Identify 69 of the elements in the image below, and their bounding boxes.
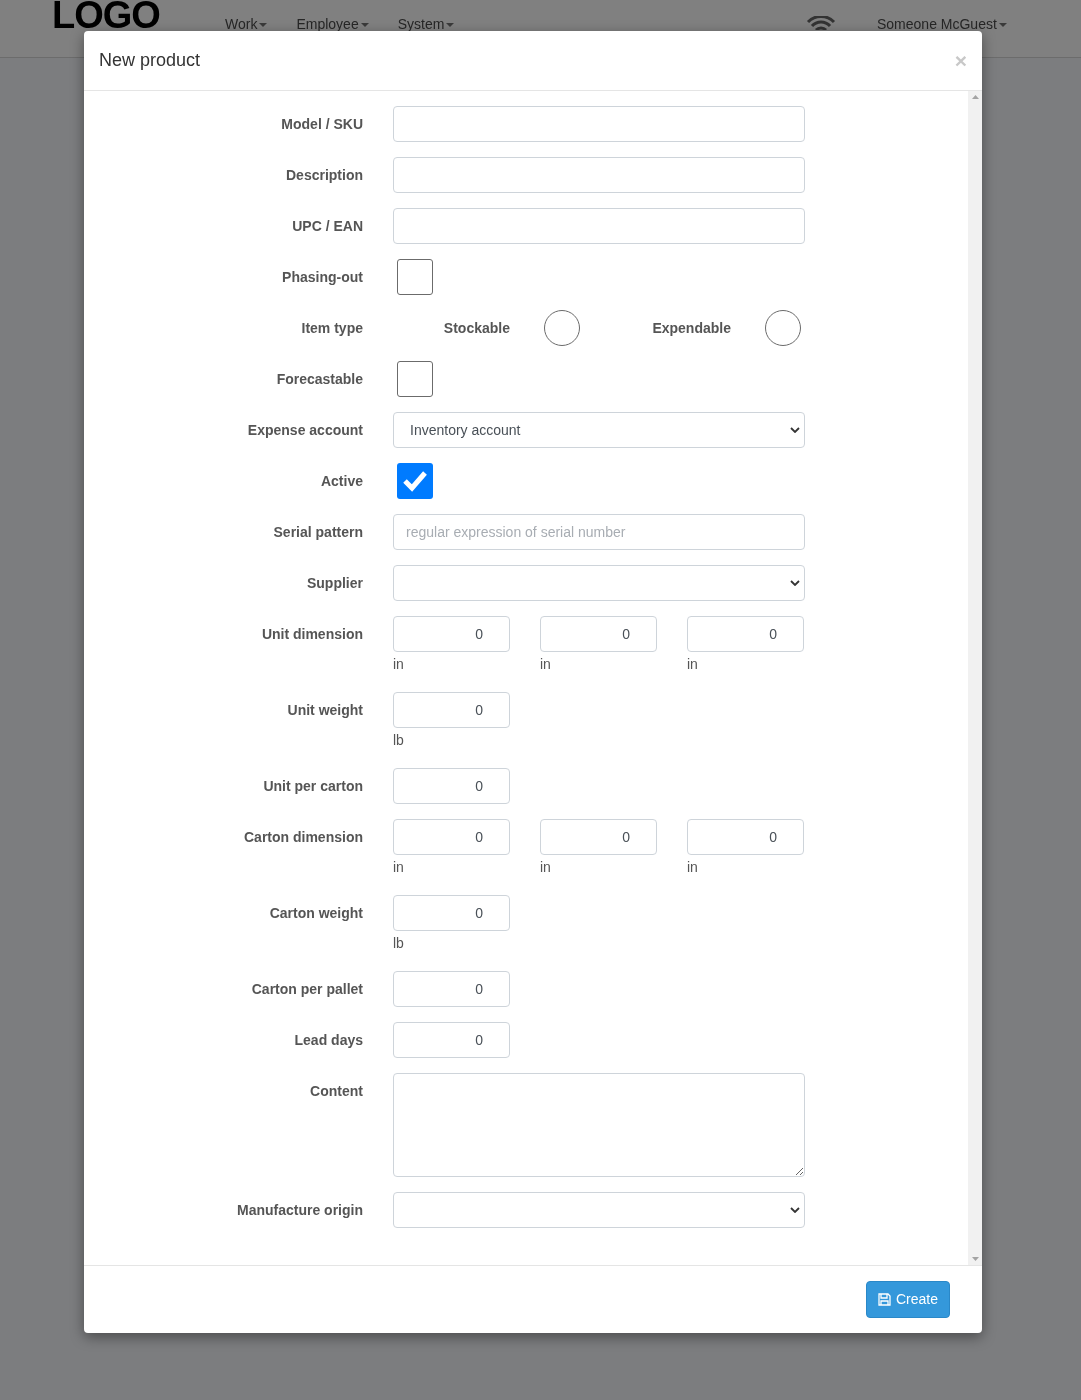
field-label: Expense account [246,420,363,440]
field-label: Supplier [306,573,363,593]
modal-title: New product [99,49,201,72]
field-label: Lead days [293,1030,363,1050]
unit-label: in [393,656,404,672]
scroll-up-icon[interactable] [971,95,979,99]
number-field[interactable]: 0 [687,819,804,855]
unit-label: in [687,656,698,672]
dropdown[interactable] [393,1192,805,1228]
field-label: Content [309,1082,363,1101]
caret-icon [259,22,268,27]
text-field[interactable] [393,208,805,244]
field-label: Unit weight [286,700,363,720]
field-label: Description [285,165,363,185]
caret-icon [998,22,1007,27]
unit-label: in [393,859,404,875]
nav-menu[interactable]: System [397,18,455,31]
user-menu[interactable]: Someone McGuest [877,18,1007,31]
field-label: Forecastable [275,369,363,389]
field-label: Model / SKU [280,114,363,134]
number-field[interactable]: 0 [393,895,510,931]
radio-label: Stockable [443,318,510,338]
unit-label: lb [393,935,404,951]
number-field[interactable]: 0 [393,692,510,728]
chevron-down-icon [790,427,800,433]
dropdown[interactable] [393,565,805,601]
caret-icon [360,22,369,27]
number-field[interactable]: 0 [393,768,510,804]
field-label: Active [319,471,363,491]
nav-menu[interactable]: Employee [296,18,369,31]
text-field[interactable]: regular expression of serial number [393,514,805,550]
text-area[interactable] [393,1073,805,1177]
save-icon [877,1293,891,1306]
unit-label: in [540,656,551,672]
wifi-icon[interactable] [806,16,836,30]
number-field[interactable]: 0 [393,616,510,652]
chevron-down-icon [790,580,800,586]
nav-menu[interactable]: Work [225,18,268,31]
number-field[interactable]: 0 [540,616,657,652]
unit-label: lb [393,732,404,748]
field-label: UPC / EAN [291,216,363,236]
field-label: Serial pattern [272,522,363,542]
scrollbar[interactable] [968,91,982,1265]
radio-label: Expendable [652,318,731,338]
text-field[interactable] [393,157,805,193]
field-label: Phasing-out [281,267,363,287]
number-field[interactable]: 0 [393,971,510,1007]
number-field[interactable]: 0 [393,1022,510,1058]
checkbox[interactable] [397,259,433,295]
dropdown[interactable]: Inventory account [393,412,805,448]
unit-label: in [540,859,551,875]
field-label: Unit per carton [262,776,363,796]
field-label: Carton dimension [243,827,363,847]
field-label: Carton weight [268,903,363,923]
number-field[interactable]: 0 [540,819,657,855]
number-field[interactable]: 0 [393,819,510,855]
field-label: Manufacture origin [236,1200,363,1220]
number-field[interactable]: 0 [687,616,804,652]
unit-label: in [687,859,698,875]
field-label: Carton per pallet [250,979,363,999]
scroll-down-icon[interactable] [971,1257,979,1261]
chevron-down-icon [790,1207,800,1213]
field-label: Unit dimension [260,624,363,644]
text-field[interactable] [393,106,805,142]
logo[interactable]: LOGO [52,1,160,29]
field-label: Item type [300,318,363,338]
checkbox[interactable] [397,463,433,499]
caret-icon [446,22,455,27]
checkbox[interactable] [397,361,433,397]
